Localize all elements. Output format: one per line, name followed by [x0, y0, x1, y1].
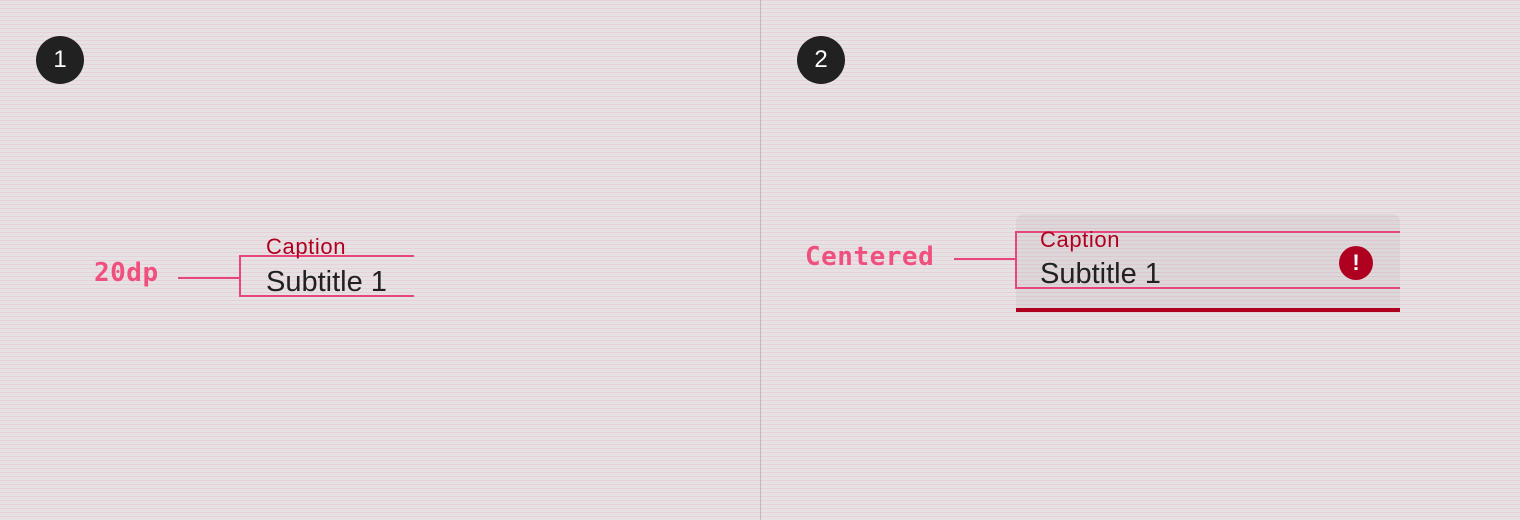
step-number-badge: 1 — [36, 36, 84, 84]
step-number-badge: 2 — [797, 36, 845, 84]
panel-example-2: 2 Centered Caption Subtitle 1 ! — [761, 0, 1520, 520]
caption-label: Caption — [1040, 227, 1121, 252]
subtitle-text: Subtitle 1 — [266, 266, 387, 298]
subtitle-text[interactable]: Subtitle 1 — [1040, 258, 1161, 291]
annotation-centered-label: Centered — [805, 242, 935, 272]
error-underline — [1016, 308, 1400, 312]
error-icon: ! — [1339, 246, 1373, 280]
caption-label: Caption — [266, 234, 347, 259]
annotation-leader-line — [178, 277, 240, 279]
annotation-height-label: 20dp — [94, 258, 159, 288]
panel-example-1: 1 20dp Caption Subtitle 1 — [0, 0, 760, 520]
annotation-leader-line — [954, 258, 1016, 260]
